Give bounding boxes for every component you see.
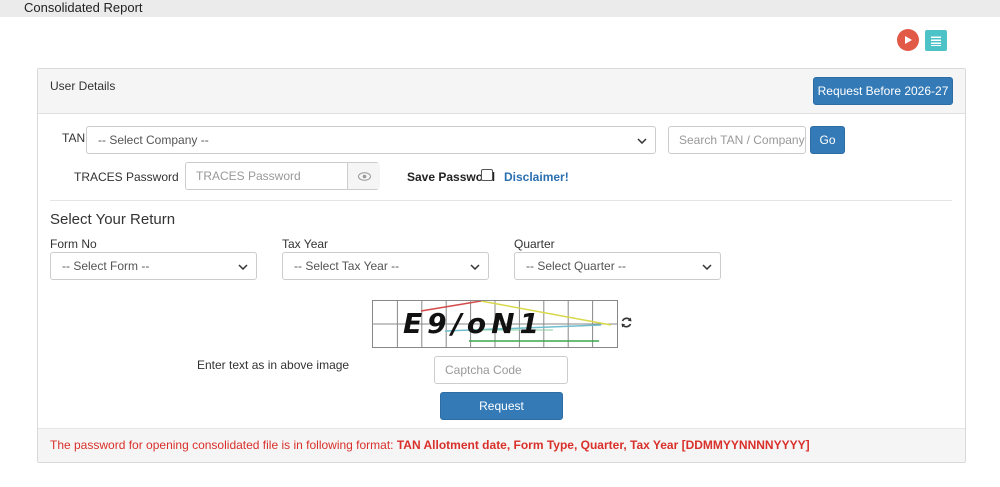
user-details-panel: User Details Request Before 2026-27 TAN … <box>37 68 966 463</box>
password-format-note: The password for opening consolidated fi… <box>38 428 965 462</box>
quarter-select-value: -- Select Quarter -- <box>526 259 627 273</box>
tan-label: TAN <box>62 131 86 145</box>
traces-password-placeholder: TRACES Password <box>196 169 301 183</box>
show-password-eye-icon[interactable] <box>347 163 380 189</box>
chevron-down-icon <box>470 259 480 273</box>
traces-password-label: TRACES Password <box>74 170 179 184</box>
panel-header: User Details Request Before 2026-27 <box>38 69 965 114</box>
search-tan-input[interactable]: Search TAN / Company <box>668 126 806 154</box>
traces-password-input[interactable]: TRACES Password <box>185 162 380 190</box>
panel-header-label: User Details <box>50 79 116 93</box>
list-icon[interactable] <box>925 30 947 51</box>
search-tan-placeholder: Search TAN / Company <box>679 133 805 147</box>
tax-year-label: Tax Year <box>282 237 329 251</box>
go-button[interactable]: Go <box>810 126 845 154</box>
save-password-checkbox[interactable] <box>481 169 493 181</box>
chevron-down-icon <box>637 133 647 147</box>
captcha-code-placeholder: Captcha Code <box>445 363 522 377</box>
divider <box>50 200 952 201</box>
select-return-title: Select Your Return <box>50 211 176 228</box>
form-no-select[interactable]: -- Select Form -- <box>50 252 257 280</box>
refresh-captcha-icon[interactable] <box>620 316 633 332</box>
quarter-label: Quarter <box>514 237 555 251</box>
form-no-select-value: -- Select Form -- <box>62 259 150 273</box>
captcha-instruction: Enter text as in above image <box>197 358 350 372</box>
quarter-select[interactable]: -- Select Quarter -- <box>514 252 721 280</box>
play-video-icon[interactable] <box>897 29 919 51</box>
request-button[interactable]: Request <box>440 392 563 420</box>
chevron-down-icon <box>702 259 712 273</box>
request-before-button[interactable]: Request Before 2026-27 <box>813 77 953 105</box>
form-no-label: Form No <box>50 237 97 251</box>
tax-year-select-value: -- Select Tax Year -- <box>294 259 400 273</box>
captcha-text: E9/oN1 <box>403 307 544 340</box>
disclaimer-link[interactable]: Disclaimer! <box>504 170 569 184</box>
note-prefix: The password for opening consolidated fi… <box>50 438 397 452</box>
note-format: TAN Allotment date, Form Type, Quarter, … <box>396 438 810 452</box>
page-title: Consolidated Report <box>24 0 143 15</box>
captcha-code-input[interactable]: Captcha Code <box>434 356 568 384</box>
captcha-image: E9/oN1 <box>372 300 618 348</box>
chevron-down-icon <box>238 259 248 273</box>
company-select[interactable]: -- Select Company -- <box>86 126 656 154</box>
tax-year-select[interactable]: -- Select Tax Year -- <box>282 252 489 280</box>
company-select-value: -- Select Company -- <box>98 133 209 147</box>
top-bar: Consolidated Report <box>0 0 1000 17</box>
